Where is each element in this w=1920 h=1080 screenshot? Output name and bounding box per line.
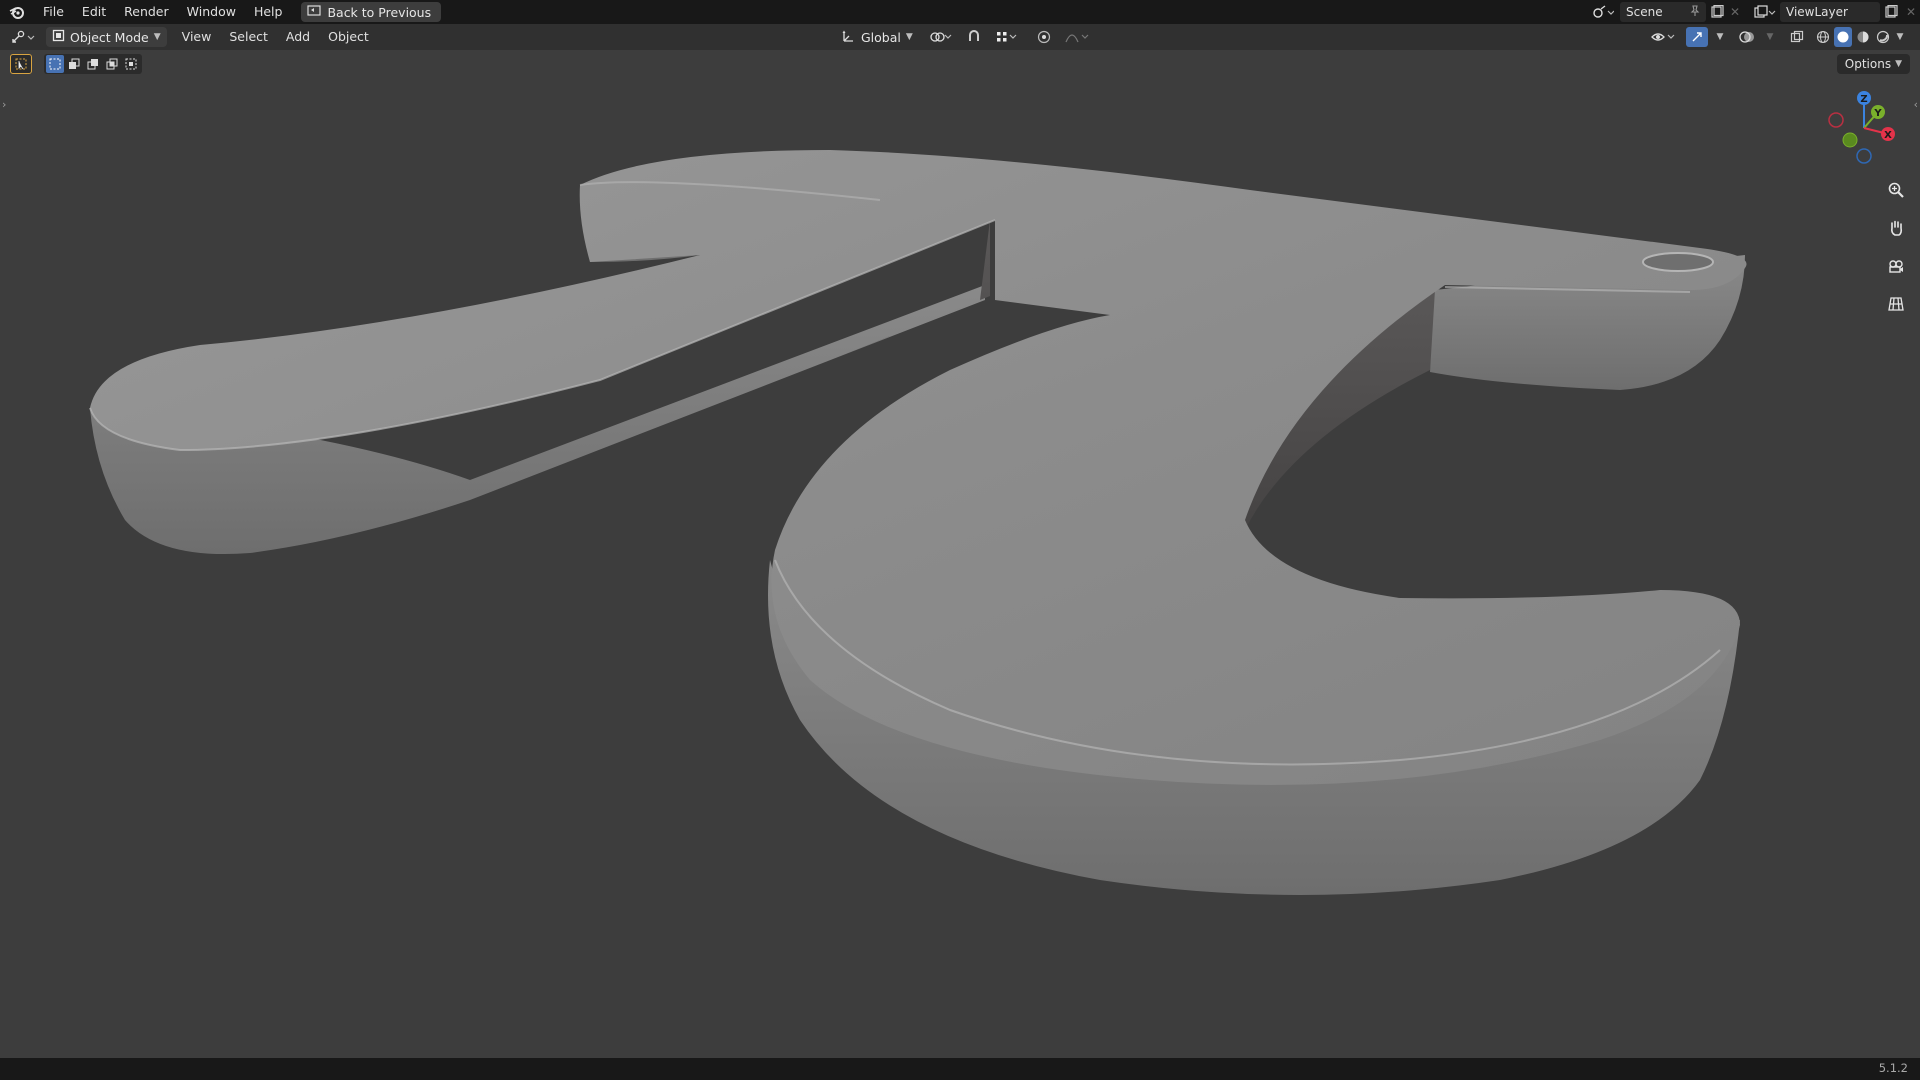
menu-select[interactable]: Select	[220, 24, 277, 50]
selection-mode-group	[44, 54, 142, 74]
top-menu-bar: File Edit Render Window Help Back to Pre…	[0, 0, 1920, 24]
transform-orientation-icon	[842, 29, 856, 46]
right-header-controls: ▼ ▼ ▼	[1648, 27, 1906, 47]
chevron-down-icon: ▼	[1895, 59, 1902, 69]
screen-icon	[307, 4, 322, 20]
menu-edit[interactable]: Edit	[73, 0, 115, 24]
x-axis-label: X	[1884, 130, 1892, 141]
transform-orientation-label: Global	[861, 29, 901, 45]
version-label: 5.1.2	[1878, 1061, 1908, 1075]
object-mode-icon	[52, 29, 65, 45]
z-axis-label: Z	[1860, 94, 1867, 105]
left-sidebar-toggle-icon[interactable]: ›	[2, 98, 6, 111]
back-to-previous-button[interactable]: Back to Previous	[301, 2, 442, 22]
menu-render[interactable]: Render	[115, 0, 178, 24]
new-scene-icon[interactable]	[1706, 2, 1728, 22]
select-intersect-icon[interactable]	[122, 55, 140, 73]
falloff-icon[interactable]	[1063, 27, 1093, 47]
blender-logo-icon[interactable]	[0, 0, 34, 24]
shading-dropdown-icon[interactable]: ▼	[1894, 27, 1906, 47]
scene-field[interactable]: Scene	[1620, 2, 1706, 22]
chevron-down-icon: ▼	[153, 32, 161, 42]
select-subtract-icon[interactable]	[84, 55, 102, 73]
object-mode-dropdown[interactable]: Object Mode ▼	[46, 27, 167, 47]
top-right-controls: Scene ✕ ViewLayer ✕	[1588, 0, 1920, 24]
scene-selector-icon[interactable]	[1588, 2, 1618, 22]
menu-window[interactable]: Window	[178, 0, 245, 24]
camera-icon[interactable]	[1882, 252, 1910, 280]
pan-icon[interactable]	[1882, 214, 1910, 242]
menu-add[interactable]: Add	[277, 24, 319, 50]
solid-shading-icon[interactable]	[1834, 27, 1852, 47]
zoom-icon[interactable]	[1882, 176, 1910, 204]
view-layer-name: ViewLayer	[1786, 5, 1848, 19]
editor-type-icon[interactable]	[6, 27, 42, 47]
overlay-dropdown-icon[interactable]: ▼	[1764, 27, 1776, 47]
neg-z-axis-icon[interactable]	[1856, 148, 1872, 164]
delete-scene-icon[interactable]: ✕	[1728, 2, 1742, 22]
center-controls: Global ▼	[836, 27, 1093, 47]
new-view-layer-icon[interactable]	[1880, 2, 1902, 22]
menu-file[interactable]: File	[34, 0, 73, 24]
transform-orientation-dropdown[interactable]: Global ▼	[836, 27, 919, 47]
viewport-header: Object Mode ▼ View Select Add Object Glo…	[0, 24, 1920, 50]
object-mode-label: Object Mode	[70, 29, 149, 45]
right-sidebar-toggle-icon[interactable]: ‹	[1914, 98, 1918, 111]
select-tool-icon[interactable]	[10, 54, 32, 74]
material-shading-icon[interactable]	[1854, 27, 1872, 47]
scene-name: Scene	[1626, 5, 1663, 19]
delete-view-layer-icon[interactable]: ✕	[1902, 2, 1920, 22]
rendered-shading-icon[interactable]	[1874, 27, 1892, 47]
proportional-edit-icon[interactable]	[1033, 27, 1055, 47]
gizmo-dropdown-icon[interactable]: ▼	[1714, 27, 1726, 47]
y-axis-label: Y	[1873, 108, 1882, 119]
pivot-icon[interactable]	[927, 27, 955, 47]
shading-mode-group: ▼	[1814, 27, 1906, 47]
xray-icon[interactable]	[1786, 27, 1808, 47]
overlay-icon[interactable]	[1736, 27, 1758, 47]
snap-icon[interactable]	[963, 27, 985, 47]
navigation-tools	[1882, 176, 1910, 318]
select-extend-icon[interactable]	[65, 55, 83, 73]
snap-target-icon[interactable]	[993, 27, 1021, 47]
neg-x-axis-icon[interactable]	[1828, 112, 1844, 128]
menu-help[interactable]: Help	[245, 0, 292, 24]
wireframe-shading-icon[interactable]	[1814, 27, 1832, 47]
view-layer-field[interactable]: ViewLayer	[1780, 2, 1880, 22]
view-layer-selector-icon[interactable]	[1750, 2, 1780, 22]
pin-icon[interactable]	[1690, 4, 1700, 20]
chevron-down-icon: ▼	[905, 32, 913, 42]
options-dropdown[interactable]: Options ▼	[1836, 54, 1910, 74]
menu-object[interactable]: Object	[319, 24, 378, 50]
menu-view[interactable]: View	[173, 24, 221, 50]
gizmo-icon[interactable]	[1686, 27, 1708, 47]
3d-viewport[interactable]: › ‹	[0, 50, 1920, 1058]
grid-icon[interactable]	[1882, 290, 1910, 318]
tool-row	[10, 54, 142, 74]
select-invert-icon[interactable]	[103, 55, 121, 73]
visibility-icon[interactable]	[1648, 27, 1680, 47]
select-new-icon[interactable]	[46, 55, 64, 73]
neg-y-axis-icon[interactable]	[1842, 132, 1858, 148]
pi-symbol-mesh[interactable]	[0, 50, 1920, 1058]
options-label: Options	[1844, 57, 1892, 71]
navigation-gizmo[interactable]: Z Y X	[1822, 86, 1906, 170]
back-to-previous-label: Back to Previous	[327, 4, 432, 20]
status-bar: 5.1.2	[0, 1058, 1920, 1080]
